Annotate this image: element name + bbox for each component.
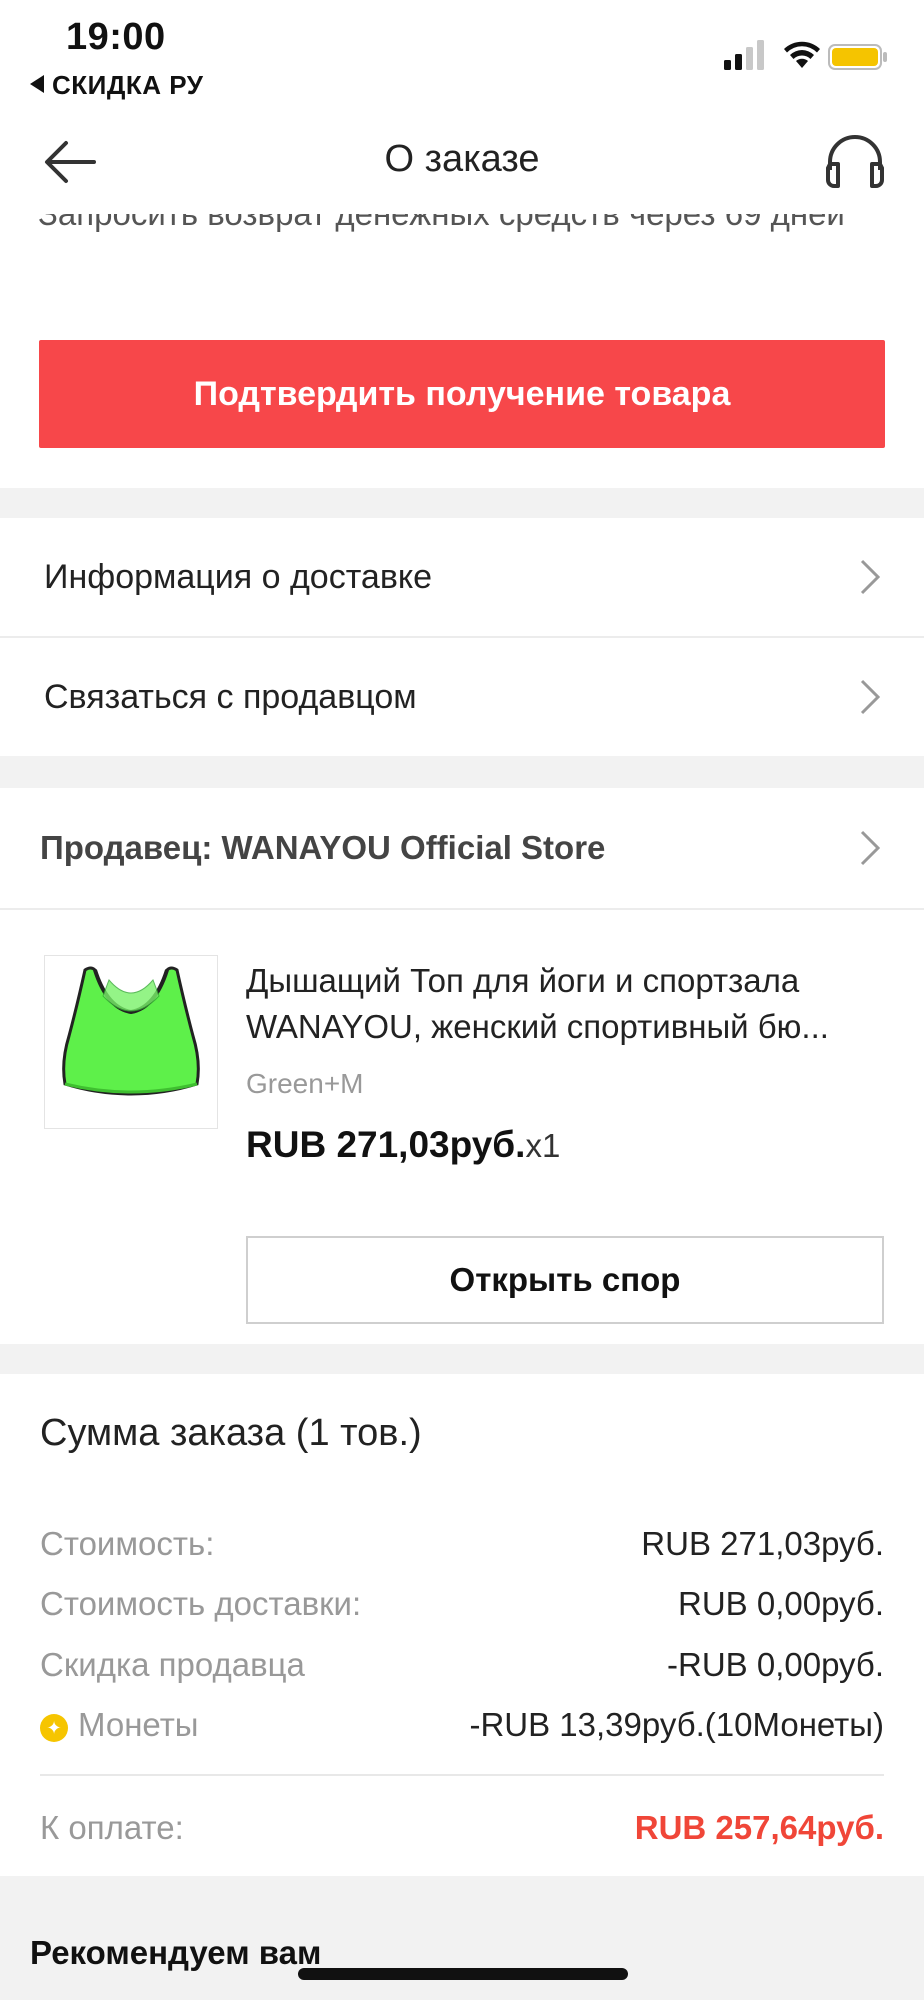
coin-icon: ✦ — [40, 1714, 68, 1742]
summary-title: Сумма заказа (1 тов.) — [40, 1412, 422, 1454]
summary-value: -RUB 13,39руб.(10Монеты) — [469, 1706, 884, 1743]
battery-icon — [828, 44, 887, 70]
delivery-info-label: Информация о доставке — [44, 557, 433, 596]
contact-seller-row[interactable]: Связаться с продавцом — [0, 638, 924, 756]
refund-info-text: Запросить возврат денежных средств через… — [38, 214, 898, 237]
summary-line-coins: ✦ Монеты -RUB 13,39руб.(10Монеты) — [40, 1700, 884, 1750]
product-quantity: x1 — [525, 1127, 561, 1164]
summary-key: ✦ Монеты — [40, 1706, 199, 1744]
headset-icon[interactable] — [820, 134, 890, 194]
summary-key: Скидка продавца — [40, 1646, 305, 1683]
seller-row[interactable]: Продавец: WANAYOU Official Store — [0, 788, 924, 908]
confirm-receipt-button[interactable]: Подтвердить получение товара — [39, 340, 885, 448]
cellular-signal-icon — [724, 40, 764, 70]
contact-seller-label: Связаться с продавцом — [44, 677, 417, 716]
total-value: RUB 257,64руб. — [634, 1809, 884, 1846]
product-price: RUB 271,03руб.x1 — [246, 1124, 560, 1166]
divider — [40, 1774, 884, 1776]
delivery-info-row[interactable]: Информация о доставке — [0, 518, 924, 636]
total-label: К оплате: — [40, 1809, 184, 1846]
back-to-app-link[interactable]: СКИДКА РУ — [30, 70, 203, 101]
wifi-icon — [784, 41, 820, 68]
home-indicator[interactable] — [298, 1968, 628, 1980]
green-sports-bra-image — [62, 966, 200, 1096]
chevron-right-icon — [860, 830, 880, 866]
summary-key: Стоимость доставки: — [40, 1585, 362, 1622]
summary-line-shipping: Стоимость доставки: RUB 0,00руб. — [40, 1579, 884, 1629]
back-app-label: СКИДКА РУ — [52, 70, 204, 100]
coins-label: Монеты — [78, 1706, 199, 1743]
summary-total: К оплате: RUB 257,64руб. — [40, 1803, 884, 1853]
product-variant: Green+M — [246, 1068, 364, 1099]
back-triangle-icon — [30, 75, 44, 93]
summary-line-seller-discount: Скидка продавца -RUB 0,00руб. — [40, 1640, 884, 1690]
seller-label: Продавец: WANAYOU Official Store — [40, 829, 606, 866]
summary-line-cost: Стоимость: RUB 271,03руб. — [40, 1519, 884, 1569]
summary-key: Стоимость: — [40, 1525, 215, 1562]
product-title[interactable]: Дышащий Топ для йоги и спортзала WANAYOU… — [246, 958, 886, 1050]
open-dispute-button[interactable]: Открыть спор — [246, 1236, 884, 1324]
summary-value: RUB 271,03руб. — [641, 1525, 884, 1562]
chevron-right-icon — [860, 679, 880, 715]
price-value: RUB 271,03руб. — [246, 1124, 526, 1165]
summary-value: -RUB 0,00руб. — [667, 1646, 884, 1683]
recommend-title: Рекомендуем вам — [30, 1934, 322, 1971]
status-time: 19:00 — [66, 16, 166, 58]
product-thumbnail[interactable] — [44, 955, 218, 1129]
page-title: О заказе — [384, 138, 540, 180]
summary-value: RUB 0,00руб. — [678, 1585, 884, 1622]
chevron-right-icon — [860, 559, 880, 595]
